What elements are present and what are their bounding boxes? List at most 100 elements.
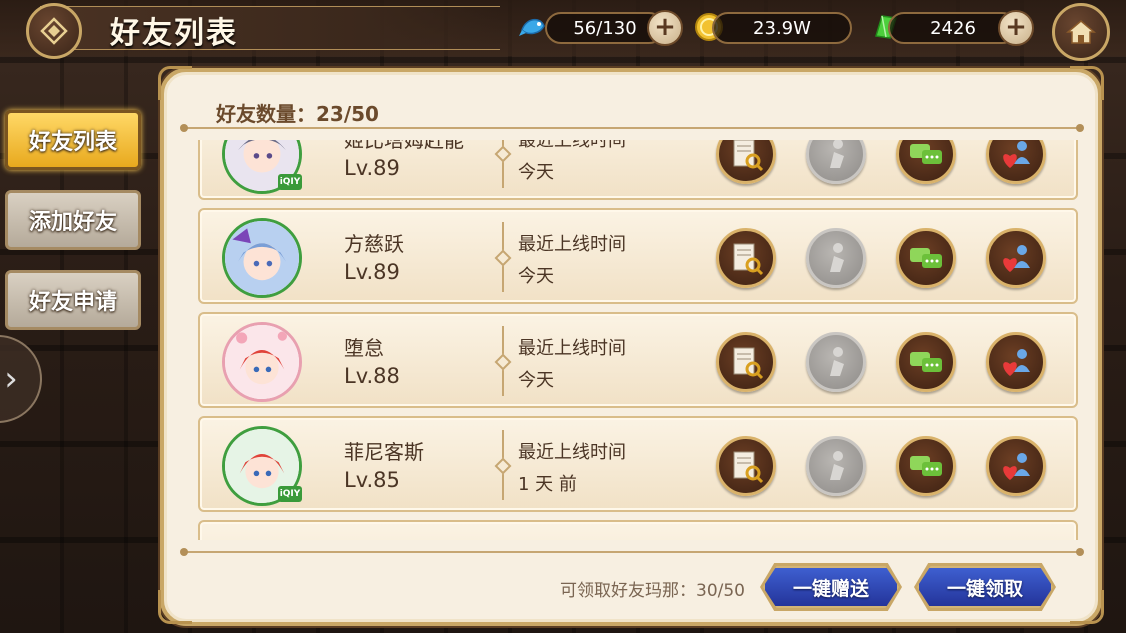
home-button[interactable] xyxy=(1052,3,1110,61)
panel-corner-ornament xyxy=(158,66,192,100)
title-banner xyxy=(40,6,500,50)
view-profile-button[interactable] xyxy=(716,228,776,288)
chat-button[interactable] xyxy=(896,140,956,184)
friend-row: 堕怠 Lv.88 最近上线时间 今天 xyxy=(198,312,1078,408)
back-button[interactable] xyxy=(26,3,82,59)
chevron-right-icon: › xyxy=(4,359,18,399)
tab-label: 添加好友 xyxy=(28,209,117,235)
panel-corner-ornament xyxy=(1070,590,1104,624)
friend-level: Lv.89 xyxy=(344,260,400,284)
divider-ornament xyxy=(1076,124,1084,132)
diamond-back-icon xyxy=(40,17,68,45)
last-online-value: 1 天 前 xyxy=(518,474,577,495)
friend-name: 菲尼客斯 xyxy=(344,440,424,464)
chat-button[interactable] xyxy=(896,436,956,496)
chat-bubbles-icon xyxy=(910,456,942,476)
gem-value: 2426 xyxy=(930,17,976,39)
chat-button[interactable] xyxy=(896,332,956,392)
separator-ornament xyxy=(494,249,512,267)
expand-sidebar-button[interactable]: › xyxy=(0,335,42,423)
view-profile-button[interactable] xyxy=(716,436,776,496)
character-portrait xyxy=(225,221,299,295)
page-title: 好友列表 xyxy=(110,16,238,51)
plus-icon: + xyxy=(1005,12,1027,42)
heart-friends-icon xyxy=(1003,245,1030,272)
tab-label: 好友列表 xyxy=(28,129,117,155)
document-magnifier-icon xyxy=(733,243,764,276)
friend-name: 方慈跃 xyxy=(344,232,404,256)
divider xyxy=(186,127,1078,129)
send-all-button[interactable]: 一键赠送 xyxy=(763,566,899,608)
friend-row: iQIY 姬比塔姆赶能 Lv.89 最近上线时间 今天 xyxy=(198,140,1078,200)
friend-level: Lv.85 xyxy=(344,468,400,492)
kneeling-figure-icon xyxy=(830,243,844,272)
friend-level: Lv.88 xyxy=(344,364,400,388)
send-all-label: 一键赠送 xyxy=(792,577,869,600)
add-stamina-button[interactable]: + xyxy=(647,10,683,46)
gold-value: 23.9W xyxy=(753,17,811,39)
separator-ornament xyxy=(494,457,512,475)
separator-ornament xyxy=(494,353,512,371)
iqiy-badge: iQIY xyxy=(278,486,302,502)
last-online-label: 最近上线时间 xyxy=(518,140,626,151)
friend-row: 方慈跃 Lv.89 最近上线时间 今天 xyxy=(198,208,1078,304)
friend-interaction-button[interactable] xyxy=(986,332,1046,392)
friend-row xyxy=(198,520,1078,540)
separator-ornament xyxy=(494,145,512,163)
kneeling-figure-icon xyxy=(830,140,844,168)
kneeling-figure-icon xyxy=(830,347,844,376)
friend-name: 堕怠 xyxy=(344,336,384,360)
chat-bubbles-icon xyxy=(910,248,942,268)
chat-bubbles-icon xyxy=(910,144,942,164)
tab-add-friend[interactable]: 添加好友 xyxy=(5,190,141,250)
avatar[interactable] xyxy=(222,322,302,402)
divider-ornament xyxy=(180,548,188,556)
view-profile-button[interactable] xyxy=(716,332,776,392)
gift-button-disabled[interactable] xyxy=(806,228,866,288)
friend-interaction-button[interactable] xyxy=(986,140,1046,184)
friend-level: Lv.89 xyxy=(344,156,400,180)
plus-icon: + xyxy=(654,12,676,42)
friend-name: 姬比塔姆赶能 xyxy=(344,140,464,152)
character-portrait xyxy=(225,325,299,399)
claimable-mana-text: 可领取好友玛那：30/50 xyxy=(560,581,745,601)
tab-friend-list[interactable]: 好友列表 xyxy=(5,110,141,170)
chat-button[interactable] xyxy=(896,228,956,288)
panel-corner-ornament xyxy=(1070,66,1104,100)
heart-friends-icon xyxy=(1003,141,1030,168)
document-magnifier-icon xyxy=(733,451,764,484)
friend-count: 好友数量：23/50 xyxy=(216,102,379,126)
gift-button-disabled[interactable] xyxy=(806,436,866,496)
chat-bubbles-icon xyxy=(910,352,942,372)
heart-friends-icon xyxy=(1003,453,1030,480)
kneeling-figure-icon xyxy=(830,451,844,480)
friend-interaction-button[interactable] xyxy=(986,436,1046,496)
last-online-value: 今天 xyxy=(518,266,554,287)
divider xyxy=(186,551,1078,553)
avatar[interactable] xyxy=(222,218,302,298)
divider-ornament xyxy=(180,124,188,132)
document-magnifier-icon xyxy=(733,140,764,172)
panel-corner-ornament xyxy=(158,590,192,624)
last-online-label: 最近上线时间 xyxy=(518,234,626,255)
stamina-value: 56/130 xyxy=(573,17,637,39)
iqiy-badge: iQIY xyxy=(278,174,302,190)
claim-all-button[interactable]: 一键领取 xyxy=(917,566,1053,608)
fish-stamina-icon xyxy=(519,18,545,36)
tab-label: 好友申请 xyxy=(28,289,117,315)
friend-list[interactable]: iQIY 姬比塔姆赶能 Lv.89 最近上线时间 今天 方慈跃 Lv.89 最近… xyxy=(196,140,1082,540)
last-online-value: 今天 xyxy=(518,162,554,183)
home-icon xyxy=(1065,20,1097,44)
friend-interaction-button[interactable] xyxy=(986,228,1046,288)
last-online-label: 最近上线时间 xyxy=(518,338,626,359)
document-magnifier-icon xyxy=(733,347,764,380)
last-online-value: 今天 xyxy=(518,370,554,391)
friend-row: iQIY 菲尼客斯 Lv.85 最近上线时间 1 天 前 xyxy=(198,416,1078,512)
gift-button-disabled[interactable] xyxy=(806,332,866,392)
heart-friends-icon xyxy=(1003,349,1030,376)
gift-button-disabled[interactable] xyxy=(806,140,866,184)
last-online-label: 最近上线时间 xyxy=(518,442,626,463)
view-profile-button[interactable] xyxy=(716,140,776,184)
tab-friend-requests[interactable]: 好友申请 xyxy=(5,270,141,330)
add-gems-button[interactable]: + xyxy=(998,10,1034,46)
